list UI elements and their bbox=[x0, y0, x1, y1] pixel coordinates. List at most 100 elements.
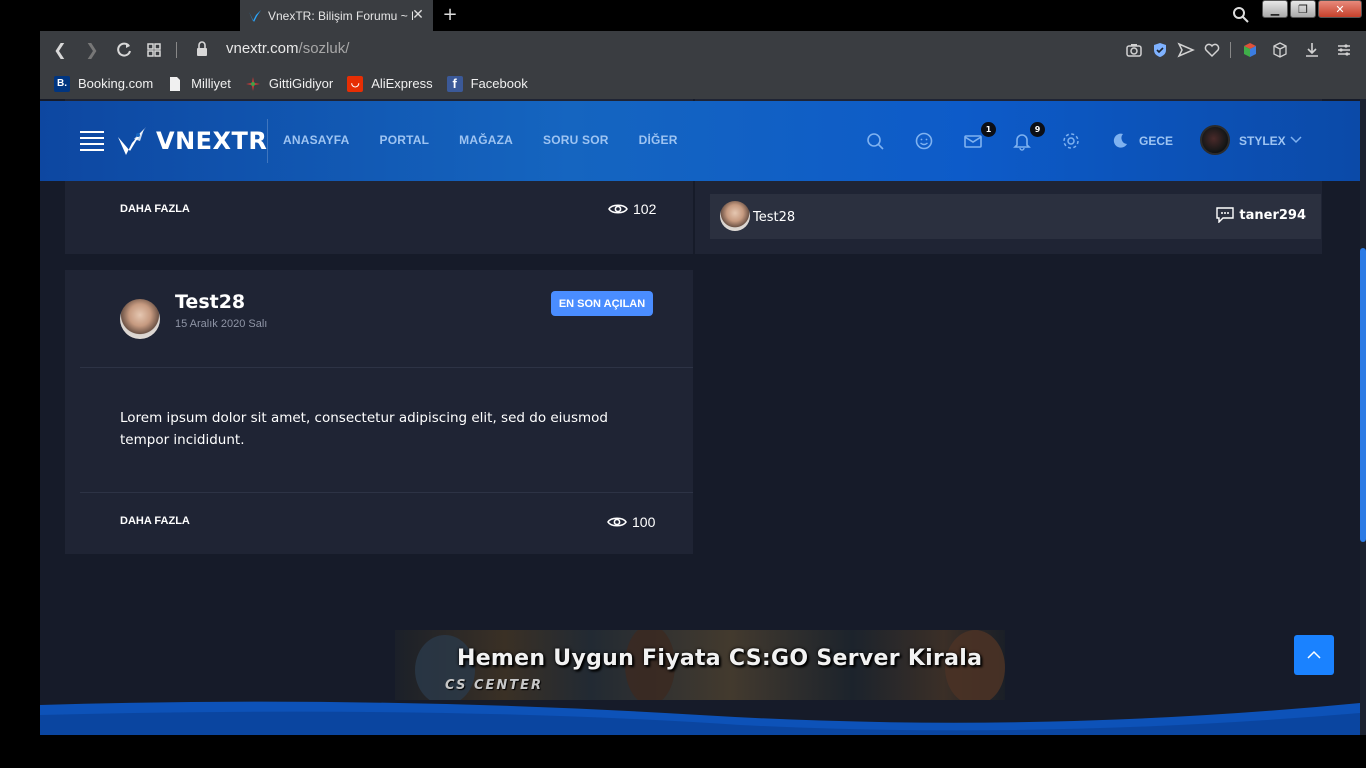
close-tab-icon[interactable]: ✕ bbox=[411, 8, 425, 22]
user-avatar[interactable] bbox=[1200, 125, 1230, 155]
address-bar: ❮ ❯ vnextr.com/sozluk/ bbox=[40, 31, 1366, 68]
post-card: Test28 15 Aralık 2020 Salı EN SON AÇILAN… bbox=[65, 270, 693, 554]
logo-text: VNEXTR bbox=[156, 127, 268, 155]
moon-icon[interactable] bbox=[1110, 131, 1130, 151]
bookmark-label: GittiGidiyor bbox=[268, 76, 334, 91]
bookmark-label: Booking.com bbox=[78, 76, 154, 91]
divider bbox=[80, 367, 693, 368]
bookmark-milliyet[interactable]: Milliyet bbox=[167, 76, 231, 92]
banner-title: Hemen Uygun Fiyata CS:GO Server Kirala bbox=[457, 646, 983, 671]
last-reply[interactable]: taner294 bbox=[1216, 207, 1306, 223]
list-item-author[interactable]: Test28 bbox=[753, 210, 795, 225]
site-viewport: DAHA FAZLA 102 Test28 taner294 VNEXTR AN… bbox=[40, 99, 1360, 735]
view-count: 102 bbox=[608, 201, 656, 217]
send-icon[interactable] bbox=[1176, 40, 1196, 60]
more-link[interactable]: DAHA FAZLA bbox=[120, 515, 190, 527]
post-author[interactable]: Test28 bbox=[175, 291, 245, 313]
browser-tabbar: VnexTR: Bilişim Forumu ~ B ✕ + ▁ ❐ ✕ bbox=[0, 0, 1366, 31]
nav-magaza[interactable]: MAĞAZA bbox=[459, 133, 513, 147]
tab-title: VnexTR: Bilişim Forumu ~ B bbox=[268, 8, 413, 23]
download-icon[interactable] bbox=[1302, 40, 1322, 60]
bookmark-label: Milliyet bbox=[191, 76, 231, 91]
camera-icon[interactable] bbox=[1124, 40, 1144, 60]
heart-icon[interactable] bbox=[1202, 40, 1222, 60]
scrollbar-thumb[interactable] bbox=[1360, 248, 1366, 542]
bookmark-aliexpress[interactable]: ◡ AliExpress bbox=[347, 75, 433, 92]
adblock-shield-icon[interactable] bbox=[1150, 40, 1170, 60]
nav-soru-sor[interactable]: SORU SOR bbox=[543, 133, 609, 147]
avatar[interactable] bbox=[120, 299, 160, 339]
gittigidiyor-icon bbox=[245, 76, 260, 91]
footer-wave bbox=[40, 701, 1360, 735]
header-separator bbox=[267, 119, 268, 163]
bell-icon[interactable] bbox=[1012, 131, 1032, 151]
extension-cube-icon[interactable] bbox=[1240, 40, 1260, 60]
window-controls: ▁ ❐ ✕ bbox=[1262, 0, 1362, 18]
bookmark-label: Facebook bbox=[470, 76, 528, 91]
divider bbox=[80, 492, 693, 493]
bookmark-gittigidiyor[interactable]: GittiGidiyor bbox=[245, 76, 333, 92]
nav-diger[interactable]: DİĞER bbox=[639, 133, 678, 147]
view-count: 100 bbox=[607, 514, 655, 530]
theme-toggle-label[interactable]: GECE bbox=[1139, 134, 1173, 148]
notifications-badge: 9 bbox=[1030, 122, 1045, 137]
username[interactable]: STYLEX bbox=[1239, 134, 1286, 148]
chevron-down-icon[interactable] bbox=[1290, 135, 1302, 145]
bookmark-facebook[interactable]: f Facebook bbox=[446, 75, 528, 92]
close-window-button[interactable]: ✕ bbox=[1318, 0, 1362, 18]
chat-bubble-icon bbox=[1216, 207, 1235, 223]
address-separator bbox=[176, 42, 177, 58]
package-icon[interactable] bbox=[1270, 40, 1290, 60]
back-to-top-button[interactable] bbox=[1294, 635, 1334, 675]
vnextr-favicon-icon bbox=[249, 9, 261, 22]
search-icon[interactable] bbox=[865, 131, 885, 151]
forward-icon[interactable]: ❯ bbox=[82, 40, 102, 60]
menu-hamburger-icon[interactable] bbox=[80, 131, 104, 151]
reply-username: taner294 bbox=[1239, 207, 1306, 223]
list-item[interactable]: Test28 taner294 bbox=[710, 194, 1321, 239]
eye-icon bbox=[607, 517, 627, 527]
more-link[interactable]: DAHA FAZLA bbox=[120, 203, 190, 215]
aliexpress-icon: ◡ bbox=[347, 75, 364, 92]
mail-icon[interactable] bbox=[963, 131, 983, 151]
bookmark-label: AliExpress bbox=[371, 76, 433, 91]
ad-banner[interactable]: Hemen Uygun Fiyata CS:GO Server Kirala C… bbox=[395, 630, 1005, 700]
rocket-logo-icon bbox=[118, 127, 146, 155]
nav-anasayfa[interactable]: ANASAYFA bbox=[283, 133, 350, 147]
url-field[interactable]: vnextr.com/sozluk/ bbox=[226, 40, 349, 57]
nav-portal[interactable]: PORTAL bbox=[380, 133, 430, 147]
chevron-up-icon bbox=[1307, 650, 1321, 659]
back-icon[interactable]: ❮ bbox=[50, 40, 70, 60]
speed-dial-icon[interactable] bbox=[144, 40, 164, 60]
banner-subtitle: CS CENTER bbox=[445, 678, 544, 693]
search-tabs-icon[interactable] bbox=[1232, 6, 1250, 24]
gear-icon[interactable] bbox=[1061, 131, 1081, 151]
facebook-icon: f bbox=[446, 75, 463, 92]
eye-icon bbox=[608, 204, 628, 214]
easy-setup-icon[interactable] bbox=[1334, 40, 1354, 60]
reload-icon[interactable] bbox=[114, 40, 134, 60]
bookmark-booking[interactable]: B. Booking.com bbox=[54, 75, 154, 92]
site-logo[interactable]: VNEXTR bbox=[116, 125, 267, 157]
messages-badge: 1 bbox=[981, 122, 996, 137]
site-header: VNEXTR ANASAYFA PORTAL MAĞAZA SORU SOR D… bbox=[40, 101, 1360, 181]
browser-tab-active[interactable]: VnexTR: Bilişim Forumu ~ B ✕ bbox=[240, 0, 433, 31]
booking-icon: B. bbox=[54, 75, 70, 92]
status-badge: EN SON AÇILAN bbox=[551, 291, 653, 316]
toolbar-separator bbox=[1230, 42, 1231, 58]
url-host: vnextr.com bbox=[226, 40, 299, 57]
minimize-button[interactable]: ▁ bbox=[1262, 0, 1288, 18]
document-icon bbox=[170, 76, 181, 91]
bookmarks-bar: B. Booking.com Milliyet GittiGidiyor ◡ A… bbox=[40, 68, 1366, 99]
view-count-value: 100 bbox=[632, 514, 656, 530]
new-tab-button[interactable]: + bbox=[440, 5, 460, 25]
avatar bbox=[720, 201, 750, 231]
url-path: /sozluk/ bbox=[298, 40, 350, 57]
lock-icon[interactable] bbox=[196, 41, 208, 57]
post-body: Lorem ipsum dolor sit amet, consectetur … bbox=[120, 410, 609, 448]
view-count-value: 102 bbox=[633, 201, 657, 217]
smiley-icon[interactable] bbox=[914, 131, 934, 151]
maximize-button[interactable]: ❐ bbox=[1290, 0, 1316, 18]
main-nav: ANASAYFA PORTAL MAĞAZA SORU SOR DİĞER bbox=[283, 133, 678, 147]
post-date: 15 Aralık 2020 Salı bbox=[175, 318, 268, 330]
